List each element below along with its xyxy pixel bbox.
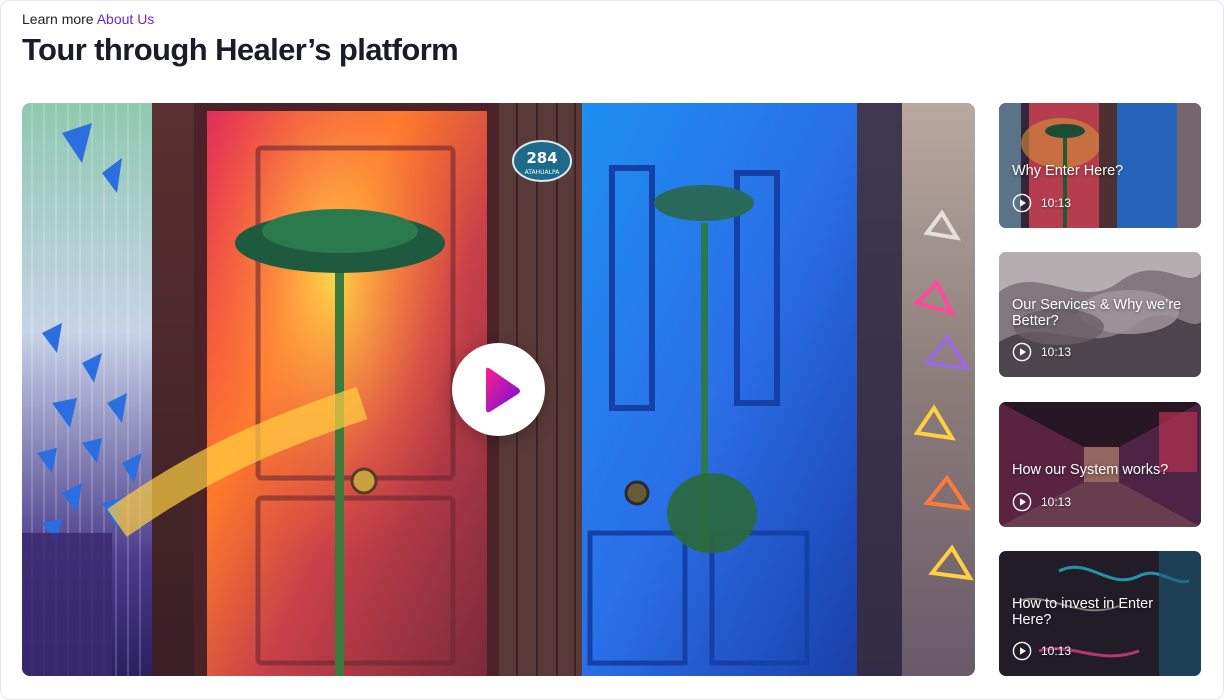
main-video-player[interactable]: 284 ATAHUALPA bbox=[22, 103, 975, 676]
playlist-item-duration: 10:13 bbox=[1041, 196, 1072, 210]
about-us-link[interactable]: About Us bbox=[97, 11, 155, 27]
eyebrow-prefix: Learn more bbox=[22, 11, 94, 27]
playlist-item-title: How our System works? bbox=[1012, 462, 1169, 478]
playlist-item-meta: 10:13 bbox=[1012, 342, 1071, 362]
door-street: ATAHUALPA bbox=[525, 169, 561, 176]
playlist-item-duration: 10:13 bbox=[1041, 345, 1072, 359]
door-number: 284 bbox=[526, 149, 557, 167]
main-play-button[interactable] bbox=[452, 343, 545, 436]
page-title: Tour through Healer’s platform bbox=[22, 32, 459, 67]
play-circle-icon[interactable] bbox=[1012, 492, 1032, 512]
play-circle-icon[interactable] bbox=[1012, 193, 1032, 213]
playlist-item-title: How to invest in Enter Here? bbox=[1012, 596, 1154, 628]
video-tour-card: Learn more About Us Tour through Healer’… bbox=[0, 0, 1224, 700]
playlist-item[interactable]: Why Enter Here? 10:13 bbox=[999, 103, 1201, 228]
playlist-item[interactable]: How our System works? 10:13 bbox=[999, 402, 1201, 527]
playlist-item-duration: 10:13 bbox=[1041, 495, 1072, 509]
playlist-item[interactable]: Our Services & Why we’re Better? 10:13 bbox=[999, 252, 1201, 377]
playlist-item-duration: 10:13 bbox=[1041, 644, 1072, 658]
playlist-item-meta: 10:13 bbox=[1012, 641, 1071, 661]
playlist-item-title: Our Services & Why we’re Better? bbox=[1012, 297, 1182, 329]
playlist-item[interactable]: How to invest in Enter Here? 10:13 bbox=[999, 551, 1201, 676]
playlist-item-meta: 10:13 bbox=[1012, 492, 1071, 512]
playlist-item-meta: 10:13 bbox=[1012, 193, 1071, 213]
play-circle-icon[interactable] bbox=[1012, 641, 1032, 661]
eyebrow: Learn more About Us bbox=[22, 11, 154, 27]
play-icon bbox=[486, 367, 520, 413]
playlist-item-title: Why Enter Here? bbox=[1012, 163, 1124, 179]
play-circle-icon[interactable] bbox=[1012, 342, 1032, 362]
